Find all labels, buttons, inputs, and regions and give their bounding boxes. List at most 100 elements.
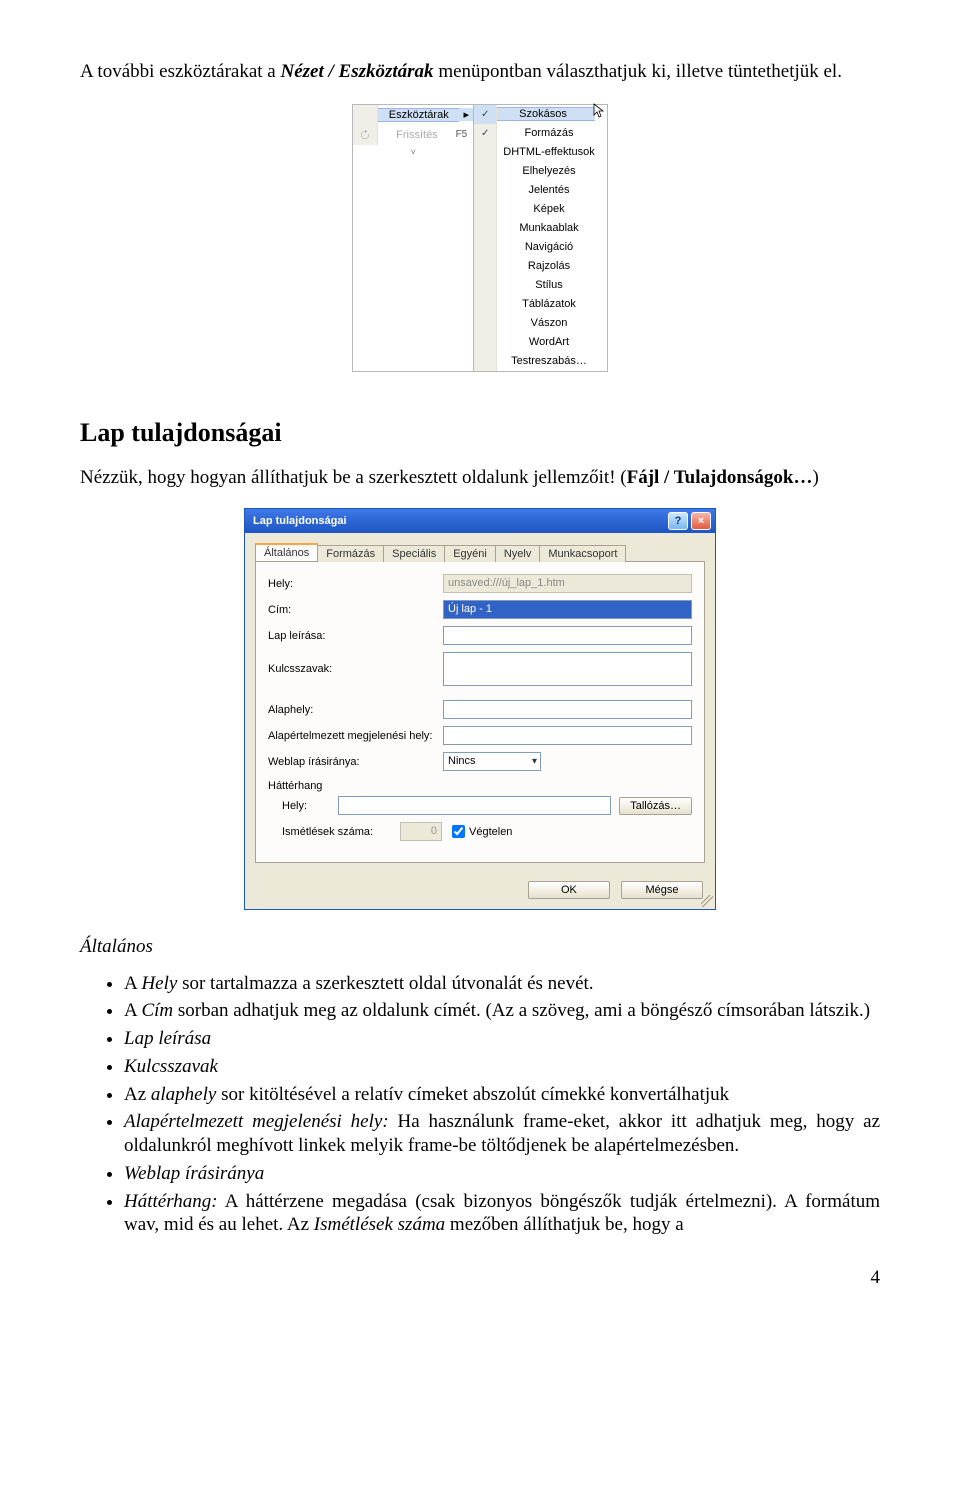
submenu-item-label: Képek: [497, 203, 607, 215]
submenu-item[interactable]: Testreszabás…: [474, 352, 607, 371]
dialog-titlebar: Lap tulajdonságai ? ×: [245, 509, 715, 533]
list-item: Alapértelmezett megjelenési hely: Ha has…: [124, 1110, 880, 1158]
field-alaphely[interactable]: [443, 700, 692, 719]
submenu-item[interactable]: Jelentés: [474, 181, 607, 200]
check-icon: ✓: [474, 124, 497, 143]
cancel-button[interactable]: Mégse: [621, 881, 703, 899]
submenu-item[interactable]: Elhelyezés: [474, 162, 607, 181]
submenu-item-label: Navigáció: [497, 241, 607, 253]
combo-webdir[interactable]: Nincs: [443, 752, 541, 771]
field-hely: unsaved:///új_lap_1.htm: [443, 574, 692, 593]
submenu-item[interactable]: Munkaablak: [474, 219, 607, 238]
blank-icon: [474, 276, 497, 295]
submenu-item[interactable]: Képek: [474, 200, 607, 219]
blank-icon: [474, 238, 497, 257]
blank-icon: [474, 295, 497, 314]
menu-left-panel: Eszköztárak ▸ Frissítés F5 ˅: [352, 104, 474, 372]
dialog-footer: OK Mégse: [245, 873, 715, 909]
field-ismetlesek: 0: [400, 822, 442, 841]
intro-pre: A további eszköztárakat a: [80, 61, 280, 82]
help-button[interactable]: ?: [668, 512, 688, 530]
label-alaphely: Alaphely:: [268, 704, 443, 716]
section-heading: Lap tulajdonságai: [80, 418, 880, 448]
field-def-target[interactable]: [443, 726, 692, 745]
close-button[interactable]: ×: [691, 512, 711, 530]
intro-paragraph: A további eszköztárakat a Nézet / Eszköz…: [80, 60, 880, 84]
submenu-item-label: Rajzolás: [497, 260, 607, 272]
submenu-item-label: Vászon: [497, 317, 607, 329]
field-kulcsszavak[interactable]: [443, 652, 692, 686]
dialog-title: Lap tulajdonságai: [253, 515, 665, 527]
blank-icon: [474, 257, 497, 276]
menu-expand-icon[interactable]: ˅: [353, 145, 473, 159]
list-item: Weblap írásiránya: [124, 1162, 880, 1186]
menu-screenshot: Eszköztárak ▸ Frissítés F5 ˅ ✓Szokásos✓F…: [80, 96, 880, 378]
checkbox-vegtelen-input[interactable]: [452, 825, 465, 838]
menu-item-toolbars[interactable]: Eszköztárak ▸: [353, 105, 473, 125]
dialog-screenshot: Lap tulajdonságai ? × ÁltalánosFormázásS…: [80, 502, 880, 916]
list-item: Az alaphely sor kitöltésével a relatív c…: [124, 1083, 880, 1107]
label-lap-leirasa: Lap leírása:: [268, 630, 443, 642]
blank-icon: [474, 181, 497, 200]
list-item: Lap leírása: [124, 1027, 880, 1051]
blank-icon: [474, 219, 497, 238]
resize-grip-icon[interactable]: [701, 895, 713, 907]
submenu-item[interactable]: Vászon: [474, 314, 607, 333]
dialog-tabs: ÁltalánosFormázásSpeciálisEgyéniNyelvMun…: [255, 541, 705, 562]
field-cim[interactable]: Új lap - 1: [443, 600, 692, 619]
cursor-icon: [595, 105, 607, 124]
label-hely2: Hely:: [268, 800, 338, 812]
field-hely2[interactable]: [338, 796, 611, 815]
ok-button[interactable]: OK: [528, 881, 610, 899]
field-lap-leirasa[interactable]: [443, 626, 692, 645]
label-cim: Cím:: [268, 604, 443, 616]
blank-icon: [474, 200, 497, 219]
list-item: Háttérhang: A háttérzene megadása (csak …: [124, 1190, 880, 1238]
submenu-item-label: WordArt: [497, 336, 607, 348]
list-item: A Hely sor tartalmazza a szerkesztett ol…: [124, 972, 880, 996]
submenu-item[interactable]: Rajzolás: [474, 257, 607, 276]
tab-formázás[interactable]: Formázás: [317, 545, 384, 562]
submenu-item-label: Szokásos: [497, 107, 595, 121]
refresh-icon: [353, 125, 378, 145]
submenu-item[interactable]: Navigáció: [474, 238, 607, 257]
tab-nyelv[interactable]: Nyelv: [495, 545, 541, 562]
submenu-item-label: Stílus: [497, 279, 607, 291]
blank-icon: [474, 314, 497, 333]
menu-item-refresh: Frissítés F5: [353, 125, 473, 145]
list-item: Kulcsszavak: [124, 1055, 880, 1079]
blank-icon: [474, 143, 497, 162]
submenu-item[interactable]: Stílus: [474, 276, 607, 295]
label-webdir: Weblap írásiránya:: [268, 756, 443, 768]
bullet-list: A Hely sor tartalmazza a szerkesztett ol…: [124, 972, 880, 1238]
submenu-item-label: Táblázatok: [497, 298, 607, 310]
intro-post: menüpontban választhatjuk ki, illetve tü…: [434, 61, 842, 82]
tab-egyéni[interactable]: Egyéni: [444, 545, 496, 562]
blank-icon: [474, 162, 497, 181]
page-number: 4: [80, 1267, 880, 1289]
tab-munkacsoport[interactable]: Munkacsoport: [539, 545, 626, 562]
group-hatterhang: Háttérhang: [268, 780, 692, 792]
submenu-item[interactable]: WordArt: [474, 333, 607, 352]
submenu-item-label: Elhelyezés: [497, 165, 607, 177]
submenu-item-label: Testreszabás…: [497, 355, 607, 367]
heading-paragraph: Nézzük, hogy hogyan állíthatjuk be a sze…: [80, 466, 880, 490]
submenu-item[interactable]: Táblázatok: [474, 295, 607, 314]
dialog-form: Hely: unsaved:///új_lap_1.htm Cím: Új la…: [255, 562, 705, 863]
submenu-item[interactable]: DHTML-effektusok: [474, 143, 607, 162]
checkbox-vegtelen[interactable]: Végtelen: [448, 822, 512, 841]
submenu-item-label: Formázás: [497, 127, 607, 139]
tab-speciális[interactable]: Speciális: [383, 545, 445, 562]
submenu-item-label: Jelentés: [497, 184, 607, 196]
blank-icon: [474, 352, 497, 371]
tab-általános[interactable]: Általános: [255, 543, 318, 561]
submenu-item-label: DHTML-effektusok: [497, 146, 607, 158]
browse-button[interactable]: Tallózás…: [619, 797, 692, 815]
check-icon: ✓: [474, 105, 497, 124]
subsection-heading: Általános: [80, 936, 880, 958]
label-hely: Hely:: [268, 578, 443, 590]
file-props-path: Fájl / Tulajdonságok…: [627, 467, 813, 488]
label-kulcsszavak: Kulcsszavak:: [268, 663, 443, 675]
submenu-item[interactable]: ✓Formázás: [474, 124, 607, 143]
submenu-item[interactable]: ✓Szokásos: [474, 105, 607, 124]
